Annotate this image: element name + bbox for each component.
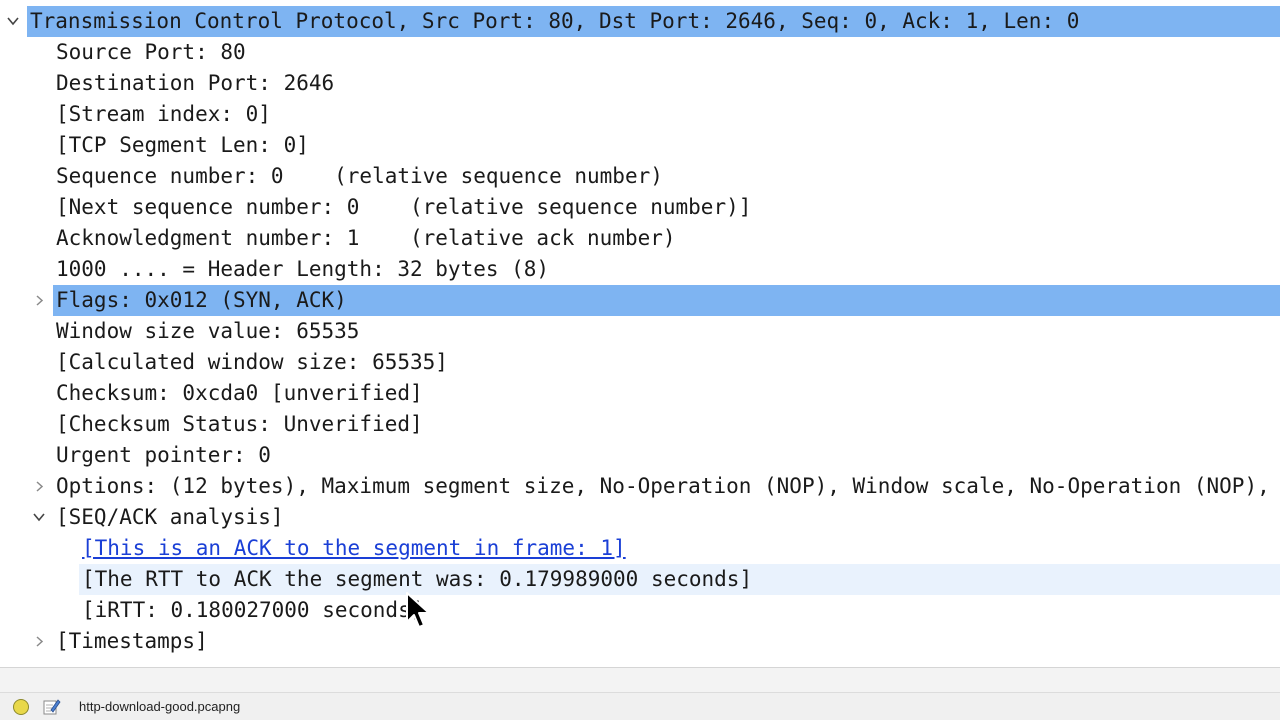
chevron-right-icon[interactable]	[32, 471, 46, 502]
tree-row-seq-ack-analysis[interactable]: [SEQ/ACK analysis]	[0, 502, 1280, 533]
chevron-down-icon[interactable]	[32, 502, 46, 533]
tree-row-label[interactable]: [This is an ACK to the segment in frame:…	[82, 533, 626, 564]
tree-row-urgent-pointer[interactable]: Urgent pointer: 0	[0, 440, 1280, 471]
chevron-right-icon[interactable]	[32, 285, 46, 316]
tree-row-label: Window size value: 65535	[56, 319, 360, 343]
tree-row-checksum-status[interactable]: [Checksum Status: Unverified]	[0, 409, 1280, 440]
tree-row-label: [Stream index: 0]	[56, 102, 271, 126]
tree-row-label: [Next sequence number: 0 (relative seque…	[56, 195, 752, 219]
capture-filename: http-download-good.pcapng	[79, 699, 241, 714]
tree-row-flags[interactable]: Flags: 0x012 (SYN, ACK)	[0, 285, 1280, 316]
tree-row-sequence-number[interactable]: Sequence number: 0 (relative sequence nu…	[0, 161, 1280, 192]
tree-row-rtt-to-ack[interactable]: [The RTT to ACK the segment was: 0.17998…	[0, 564, 1280, 595]
status-bar: http-download-good.pcapng	[0, 692, 1280, 720]
tree-row-acknowledgment-number[interactable]: Acknowledgment number: 1 (relative ack n…	[0, 223, 1280, 254]
tree-row-label: Source Port: 80	[56, 40, 246, 64]
tree-row-stream-index[interactable]: [Stream index: 0]	[0, 99, 1280, 130]
edit-comment-icon[interactable]	[42, 697, 62, 717]
tree-row-label: [Calculated window size: 65535]	[56, 350, 448, 374]
tree-row-next-sequence-number[interactable]: [Next sequence number: 0 (relative seque…	[0, 192, 1280, 223]
chevron-right-icon[interactable]	[32, 626, 46, 657]
tree-row-ack-to-segment[interactable]: [This is an ACK to the segment in frame:…	[0, 533, 1280, 564]
tree-row-label: [iRTT: 0.180027000 seconds]	[82, 598, 424, 622]
tree-row-label: Options: (12 bytes), Maximum segment siz…	[56, 474, 1270, 498]
tree-row-irtt[interactable]: [iRTT: 0.180027000 seconds]	[0, 595, 1280, 626]
tree-row-calculated-window-size[interactable]: [Calculated window size: 65535]	[0, 347, 1280, 378]
tree-row-label: [Checksum Status: Unverified]	[56, 412, 423, 436]
tree-row-header-length[interactable]: 1000 .... = Header Length: 32 bytes (8)	[0, 254, 1280, 285]
packet-details-window: Transmission Control Protocol, Src Port:…	[0, 0, 1280, 720]
tree-row-tcp-header[interactable]: Transmission Control Protocol, Src Port:…	[0, 6, 1280, 37]
horizontal-scrollbar[interactable]	[0, 667, 1280, 692]
tree-row-label: [The RTT to ACK the segment was: 0.17998…	[82, 567, 753, 591]
tree-row-window-size-value[interactable]: Window size value: 65535	[0, 316, 1280, 347]
tree-row-source-port[interactable]: Source Port: 80	[0, 37, 1280, 68]
tree-row-label: [TCP Segment Len: 0]	[56, 133, 309, 157]
tree-row-label: Checksum: 0xcda0 [unverified]	[56, 381, 423, 405]
status-indicator-icon[interactable]	[13, 699, 29, 715]
tree-row-tcp-segment-len[interactable]: [TCP Segment Len: 0]	[0, 130, 1280, 161]
tree-row-label: Transmission Control Protocol, Src Port:…	[30, 9, 1080, 33]
tree-row-label: Acknowledgment number: 1 (relative ack n…	[56, 226, 676, 250]
tree-row-label: Destination Port: 2646	[56, 71, 335, 95]
packet-details-tree[interactable]: Transmission Control Protocol, Src Port:…	[0, 6, 1280, 666]
chevron-down-icon[interactable]	[6, 6, 20, 37]
tree-row-label: [SEQ/ACK analysis]	[56, 505, 284, 529]
tree-row-options[interactable]: Options: (12 bytes), Maximum segment siz…	[0, 471, 1280, 502]
tree-row-label: [Timestamps]	[56, 629, 208, 653]
tree-row-destination-port[interactable]: Destination Port: 2646	[0, 68, 1280, 99]
tree-row-label: Flags: 0x012 (SYN, ACK)	[56, 288, 347, 312]
tree-row-label: 1000 .... = Header Length: 32 bytes (8)	[56, 257, 550, 281]
tree-row-label: Sequence number: 0 (relative sequence nu…	[56, 164, 663, 188]
tree-row-label: Urgent pointer: 0	[56, 443, 271, 467]
tree-row-checksum[interactable]: Checksum: 0xcda0 [unverified]	[0, 378, 1280, 409]
tree-row-timestamps[interactable]: [Timestamps]	[0, 626, 1280, 657]
